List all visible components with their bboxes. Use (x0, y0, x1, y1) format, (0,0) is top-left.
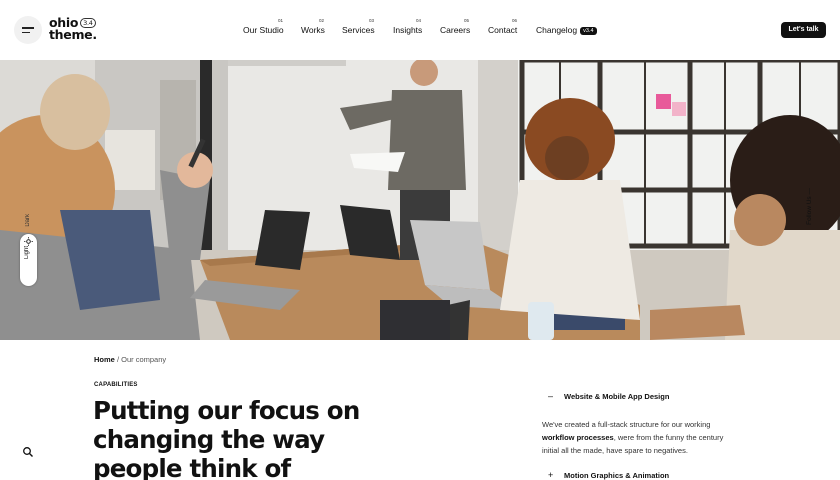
nav-contact[interactable]: Contact 06 (488, 18, 518, 35)
lets-talk-button[interactable]: Let's talk (781, 22, 826, 38)
theme-toggle[interactable]: Light (20, 234, 37, 286)
hamburger-icon-line (22, 31, 30, 33)
accordion-title: Motion Graphics & Animation (564, 471, 670, 480)
site-logo[interactable]: ohio 3.4 theme. (49, 16, 97, 42)
nav-insights[interactable]: Insights 04 (393, 18, 423, 35)
section-headline: Putting our focus on changing the way pe… (93, 396, 393, 480)
changelog-badge: v3.4 (580, 27, 597, 35)
search-icon[interactable] (22, 446, 34, 458)
nav-label: Our Studio (243, 25, 284, 35)
breadcrumb-home[interactable]: Home (94, 355, 115, 364)
expand-icon: + (548, 470, 554, 480)
logo-line2: theme. (49, 27, 97, 42)
accordion-text: , were from the funny the century (613, 433, 724, 442)
menu-button[interactable] (14, 16, 42, 44)
accordion-text: We've created a full-stack structure for… (542, 420, 711, 429)
nav-label: Contact (488, 25, 518, 35)
headline-line: Putting our focus on (93, 396, 360, 425)
nav-label: Services (342, 25, 375, 35)
nav-changelog[interactable]: Changelog v3.4 (536, 25, 597, 35)
breadcrumb-separator: / (116, 355, 120, 364)
nav-number: 01 (278, 18, 284, 23)
nav-number: 04 (416, 18, 422, 23)
accordion-highlight: workflow processes (542, 433, 614, 442)
nav-our-studio[interactable]: Our Studio 01 (243, 18, 284, 35)
accordion-body: We've created a full-stack structure for… (542, 418, 772, 457)
site-header: ohio 3.4 theme. Our Studio 01 Works 02 Se… (0, 0, 840, 60)
collapse-icon: – (548, 391, 554, 401)
nav-label: Careers (440, 25, 471, 35)
nav-number: 02 (319, 18, 325, 23)
office-meeting-photo (0, 60, 840, 340)
nav-careers[interactable]: Careers 05 (440, 18, 471, 35)
dark-mode-label[interactable]: Dark (25, 214, 31, 227)
accordion-item-web-design[interactable]: – Website & Mobile App Design (548, 392, 670, 402)
nav-services[interactable]: Services 03 (342, 18, 375, 35)
accordion-text: initial all the made, have spare to nega… (542, 446, 688, 455)
nav-number: 06 (512, 18, 518, 23)
accordion-title: Website & Mobile App Design (564, 392, 670, 401)
nav-number: 05 (464, 18, 470, 23)
sun-icon (24, 237, 33, 246)
headline-line: changing the way (93, 425, 325, 454)
headline-line: people think of (93, 454, 291, 480)
breadcrumb: Home / Our company (94, 355, 166, 364)
light-mode-label: Light (24, 246, 30, 260)
hero-image (0, 60, 840, 340)
follow-us-link[interactable]: Follow Us — (806, 188, 813, 225)
follow-separator: — (806, 188, 813, 195)
nav-works[interactable]: Works 02 (301, 18, 325, 35)
accordion-item-motion-graphics[interactable]: + Motion Graphics & Animation (548, 471, 670, 480)
hamburger-icon (22, 27, 34, 29)
section-eyebrow: CAPABILITIES (94, 382, 138, 388)
nav-number: 03 (369, 18, 375, 23)
nav-label: Works (301, 25, 325, 35)
breadcrumb-current: Our company (121, 355, 167, 364)
follow-us-label: Follow Us (806, 196, 813, 225)
nav-label: Insights (393, 25, 423, 35)
nav-label: Changelog (536, 25, 578, 35)
